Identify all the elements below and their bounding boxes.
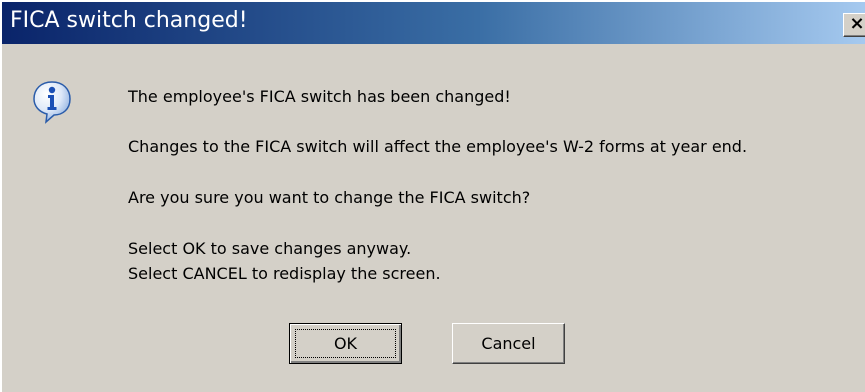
information-icon — [32, 80, 72, 124]
ok-button-label: OK — [333, 334, 358, 353]
cancel-button-label: Cancel — [481, 334, 536, 353]
close-button[interactable]: × — [843, 13, 865, 37]
cancel-button[interactable]: Cancel — [452, 323, 565, 364]
ok-button[interactable]: OK — [289, 323, 402, 364]
message-line-1: The employee's FICA switch has been chan… — [128, 87, 511, 106]
dialog-title: FICA switch changed! — [10, 8, 248, 33]
dialog-window: FICA switch changed! × The employee's FI… — [0, 0, 865, 392]
message-line-4: Select OK to save changes anyway. — [128, 239, 412, 258]
title-bar[interactable]: FICA switch changed! × — [2, 2, 865, 44]
message-line-2: Changes to the FICA switch will affect t… — [128, 137, 748, 156]
message-line-3: Are you sure you want to change the FICA… — [128, 188, 531, 207]
message-line-5: Select CANCEL to redisplay the screen. — [128, 264, 441, 283]
close-icon: × — [849, 13, 865, 34]
